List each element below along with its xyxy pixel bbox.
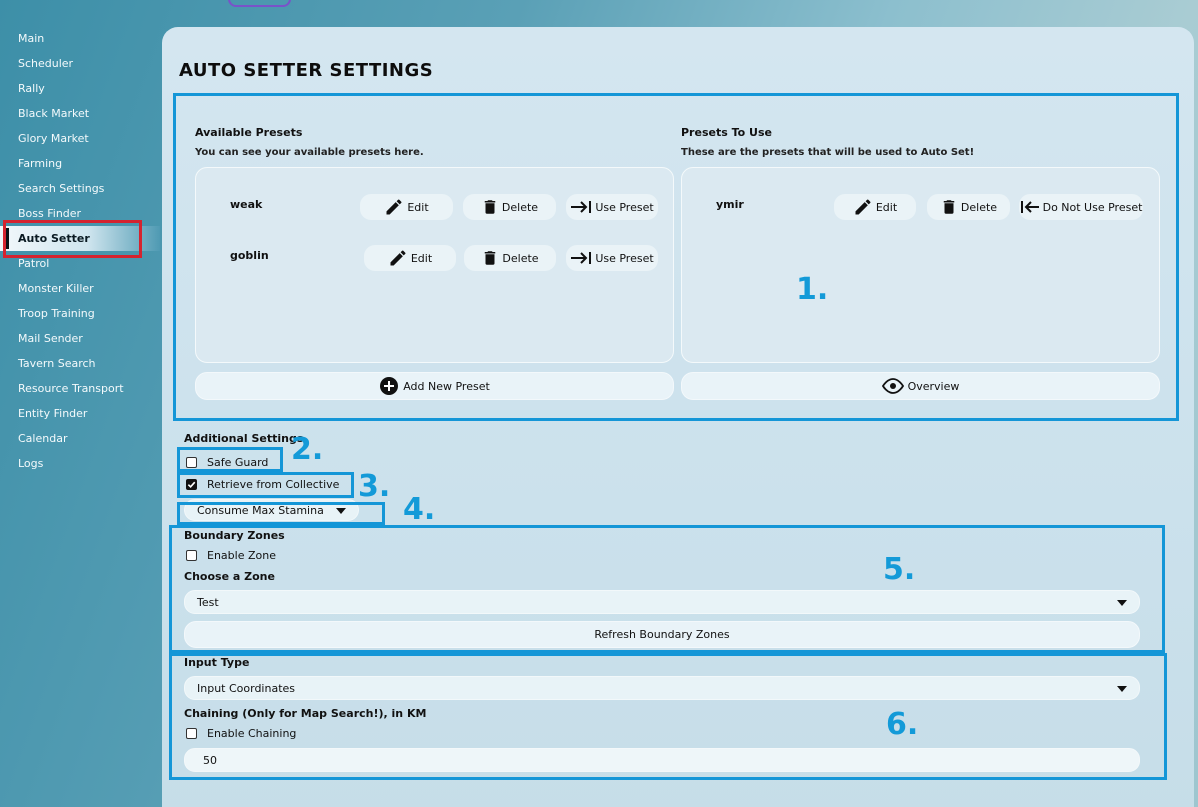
sidebar-item-mail-sender[interactable]: Mail Sender: [0, 326, 160, 351]
sidebar-item-troop-training[interactable]: Troop Training: [0, 301, 160, 326]
add-new-preset-button[interactable]: Add New Preset: [195, 372, 674, 400]
chaining-distance-value: 50: [203, 753, 217, 767]
safe-guard-option[interactable]: Safe Guard: [186, 456, 268, 469]
enable-zone-option[interactable]: Enable Zone: [186, 549, 276, 562]
presets-to-use-desc: These are the presets that will be used …: [681, 147, 975, 158]
enable-chaining-label: Enable Chaining: [207, 727, 297, 740]
sidebar-item-black-market[interactable]: Black Market: [0, 101, 160, 126]
trash-icon: [485, 251, 496, 265]
edit-label: Edit: [410, 251, 433, 265]
sidebar-item-resource-transport[interactable]: Resource Transport: [0, 376, 160, 401]
page-title: AUTO SETTER SETTINGS: [179, 60, 434, 81]
checkmark-icon: [187, 481, 196, 489]
input-type-select[interactable]: Input Coordinates: [184, 676, 1140, 700]
sidebar-item-glory-market[interactable]: Glory Market: [0, 126, 160, 151]
sidebar-item-farming[interactable]: Farming: [0, 151, 160, 176]
annotation-number-6: 6.: [886, 707, 919, 742]
boundary-zones-title: Boundary Zones: [184, 529, 285, 542]
input-type-title: Input Type: [184, 656, 250, 669]
delete-label: Delete: [502, 251, 539, 265]
zone-select-value: Test: [197, 595, 219, 609]
chaining-label: Chaining (Only for Map Search!), in KM: [184, 707, 427, 720]
sidebar-item-rally[interactable]: Rally: [0, 76, 160, 101]
preset-name: ymir: [716, 198, 744, 211]
sidebar-item-monster-killer[interactable]: Monster Killer: [0, 276, 160, 301]
plus-circle-icon: [380, 377, 399, 395]
edit-preset-button[interactable]: Edit: [360, 194, 453, 220]
arrow-to-bar-right-icon: [571, 201, 592, 213]
arrow-to-bar-right-icon: [571, 252, 592, 264]
use-preset-label: Use Preset: [595, 251, 654, 265]
chaining-distance-input[interactable]: 50: [184, 748, 1140, 772]
use-preset-button[interactable]: Use Preset: [566, 194, 658, 220]
sidebar-item-scheduler[interactable]: Scheduler: [0, 51, 160, 76]
retrieve-collective-label: Retrieve from Collective: [207, 478, 340, 491]
sidebar-item-entity-finder[interactable]: Entity Finder: [0, 401, 160, 426]
presets-to-use-title: Presets To Use: [681, 126, 772, 139]
pencil-icon: [386, 199, 402, 215]
sidebar-item-calendar[interactable]: Calendar: [0, 426, 160, 451]
annotation-number-5: 5.: [883, 552, 916, 587]
edit-preset-button[interactable]: Edit: [364, 245, 456, 271]
do-not-use-label: Do Not Use Preset: [1042, 200, 1143, 214]
overview-button[interactable]: Overview: [681, 372, 1160, 400]
additional-settings-title: Additional Settings: [184, 432, 304, 445]
delete-label: Delete: [501, 200, 539, 214]
enable-chaining-checkbox[interactable]: [186, 728, 197, 739]
sidebar-item-patrol[interactable]: Patrol: [0, 251, 160, 276]
trash-icon: [943, 200, 955, 214]
edit-label: Edit: [407, 200, 429, 214]
do-not-use-preset-button[interactable]: Do Not Use Preset: [1019, 194, 1143, 220]
preset-name: goblin: [230, 249, 269, 262]
top-tab-indicator[interactable]: [228, 0, 291, 7]
arrow-to-bar-left-icon: [1020, 201, 1039, 213]
preset-name: weak: [230, 198, 263, 211]
sidebar-nav: Main Scheduler Rally Black Market Glory …: [0, 26, 160, 476]
enable-zone-checkbox[interactable]: [186, 550, 197, 561]
retrieve-collective-checkbox[interactable]: [186, 479, 197, 490]
safe-guard-label: Safe Guard: [207, 456, 269, 469]
refresh-boundary-zones-label: Refresh Boundary Zones: [594, 628, 730, 641]
stamina-select[interactable]: Consume Max Stamina: [184, 499, 359, 521]
annotation-number-3: 3.: [358, 469, 391, 504]
chevron-down-icon: [1117, 600, 1127, 606]
stamina-select-value: Consume Max Stamina: [197, 503, 324, 517]
sidebar-item-logs[interactable]: Logs: [0, 451, 160, 476]
pencil-icon: [855, 199, 871, 215]
input-type-select-value: Input Coordinates: [197, 681, 296, 695]
sidebar-item-main[interactable]: Main: [0, 26, 160, 51]
delete-label: Delete: [960, 200, 998, 214]
annotation-number-4: 4.: [403, 492, 436, 527]
sidebar-item-search-settings[interactable]: Search Settings: [0, 176, 160, 201]
use-preset-button[interactable]: Use Preset: [566, 245, 658, 271]
chevron-down-icon: [336, 508, 346, 514]
edit-label: Edit: [875, 200, 898, 214]
delete-preset-button[interactable]: Delete: [464, 245, 556, 271]
choose-zone-label: Choose a Zone: [184, 570, 275, 583]
delete-preset-button[interactable]: Delete: [927, 194, 1010, 220]
safe-guard-checkbox[interactable]: [186, 457, 197, 468]
sidebar-item-tavern-search[interactable]: Tavern Search: [0, 351, 160, 376]
eye-icon: [881, 378, 904, 394]
chevron-down-icon: [1117, 686, 1127, 692]
add-new-preset-label: Add New Preset: [403, 379, 490, 393]
sidebar-item-auto-setter[interactable]: Auto Setter: [0, 226, 160, 251]
available-presets-title: Available Presets: [195, 126, 303, 139]
delete-preset-button[interactable]: Delete: [463, 194, 556, 220]
trash-icon: [484, 200, 496, 214]
use-preset-label: Use Preset: [595, 200, 654, 214]
edit-preset-button[interactable]: Edit: [834, 194, 916, 220]
enable-chaining-option[interactable]: Enable Chaining: [186, 727, 296, 740]
annotation-number-2: 2.: [291, 432, 324, 467]
sidebar-item-boss-finder[interactable]: Boss Finder: [0, 201, 160, 226]
refresh-boundary-zones-button[interactable]: Refresh Boundary Zones: [184, 621, 1140, 648]
annotation-number-1: 1.: [796, 272, 829, 307]
overview-label: Overview: [907, 379, 960, 393]
available-presets-desc: You can see your available presets here.: [195, 147, 424, 158]
zone-select[interactable]: Test: [184, 590, 1140, 614]
pencil-icon: [390, 250, 406, 266]
retrieve-collective-option[interactable]: Retrieve from Collective: [186, 478, 339, 491]
enable-zone-label: Enable Zone: [207, 549, 276, 562]
